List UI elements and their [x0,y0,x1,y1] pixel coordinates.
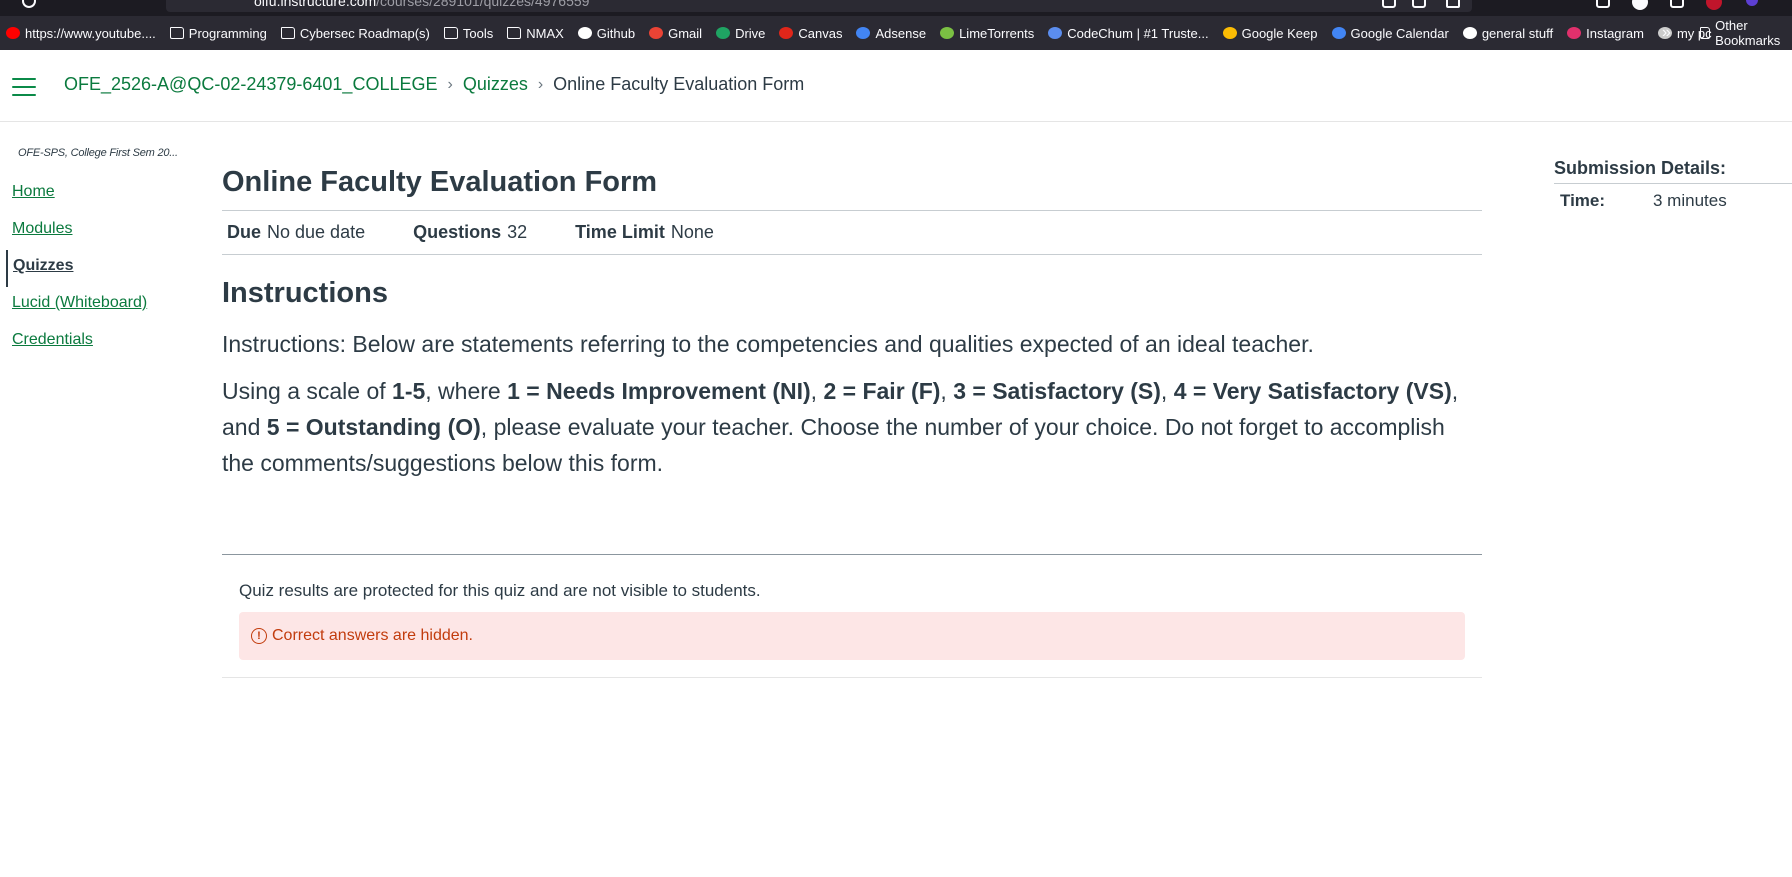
bookmark-item[interactable]: general stuff [1457,16,1561,50]
folder-icon [443,27,458,39]
downloads-icon[interactable] [1596,0,1610,8]
bookmark-item[interactable]: Tools [438,16,501,50]
breadcrumb-current: Online Faculty Evaluation Form [553,74,805,94]
bookmark-label: Google Keep [1241,25,1318,41]
bookmark-label: Programming [188,25,267,41]
bookmark-label: LimeTorrents [959,25,1035,41]
bookmarks-overflow-chevron-icon[interactable]: » [1662,16,1671,50]
reader-view-icon[interactable] [1382,0,1396,8]
bookmark-item[interactable]: Adsense [850,16,934,50]
chevron-right-icon: › [537,75,544,93]
lime-icon [940,27,955,39]
bookmark-item[interactable]: Gmail [643,16,710,50]
bookmark-item[interactable]: Google Calendar [1326,16,1457,50]
course-nav-modules[interactable]: Modules [0,213,190,250]
submission-time-label: Time: [1560,191,1606,210]
folder-icon [507,27,522,39]
bookmark-item[interactable]: Github [572,16,643,50]
hamburger-menu-icon[interactable] [12,78,36,96]
bookmark-item[interactable]: NMAX [501,16,572,50]
bookmark-item[interactable]: CodeChum | #1 Truste... [1042,16,1216,50]
bookmark-item[interactable]: Cybersec Roadmap(s) [275,16,438,50]
breadcrumb-course-link[interactable]: OFE_2526-A@QC-02-24379-6401_COLLEGE [64,74,437,95]
course-navigation: Home Modules Quizzes Lucid (Whiteboard) … [0,176,190,361]
correct-answers-hidden-alert: ! Correct answers are hidden. [239,612,1465,660]
github-icon [577,27,592,39]
bookmark-label: NMAX [526,25,564,41]
instagram-icon [1567,27,1582,39]
codechum-icon [1048,27,1063,39]
bookmark-item[interactable]: Google Keep [1217,16,1326,50]
canvas-header: OFE_2526-A@QC-02-24379-6401_COLLEGE › Qu… [0,50,1792,122]
extension-badge-icon[interactable] [1706,0,1722,10]
instructions-heading: Instructions [222,277,388,309]
bookmark-label: Gmail [668,25,703,41]
folder-icon [1700,27,1711,39]
reload-icon[interactable] [22,0,36,8]
chatgpt-icon [1462,27,1477,39]
quiz-content: Online Faculty Evaluation Form Due No due… [222,150,1482,678]
folder-icon [280,27,295,39]
content-bottom-divider [222,677,1482,678]
rating-scale-paragraph: Using a scale of 1-5, where 1 = Needs Im… [222,378,1459,476]
gmail-icon [649,27,664,39]
folder-icon [169,27,184,39]
youtube-icon [6,27,20,39]
submission-details-heading: Submission Details: [1554,158,1792,184]
account-icon[interactable] [1746,0,1758,6]
translate-icon[interactable] [1412,0,1426,8]
bookmark-item[interactable]: LimeTorrents [934,16,1042,50]
keep-icon [1222,27,1237,39]
bookmark-item[interactable]: https://www.youtube.... [0,16,164,50]
page-title: Online Faculty Evaluation Form [222,166,658,198]
bookmark-item[interactable]: Instagram [1561,16,1652,50]
bookmark-item[interactable]: Programming [164,16,275,50]
bookmark-label: Github [596,25,636,41]
calendar-icon [1331,27,1346,39]
course-name-label: OFE-SPS, College First Sem 20... [18,147,178,159]
bookmarks-bar: https://www.youtube.... Programming Cybers… [0,16,1792,50]
bookmark-other-bookmarks[interactable]: Other Bookmarks [1694,16,1792,50]
google-icon [856,27,871,39]
extensions-icon[interactable] [1670,0,1684,8]
content-divider [222,554,1482,555]
breadcrumb: OFE_2526-A@QC-02-24379-6401_COLLEGE › Qu… [64,74,804,95]
bookmark-item[interactable]: Canvas [773,16,850,50]
warning-circle-icon: ! [251,628,267,644]
profile-icon[interactable] [1632,0,1648,10]
quiz-details-bar: Due No due date Questions 32 Time Limit Non… [222,210,1482,255]
results-protected-note: Quiz results are protected for this quiz… [239,581,761,600]
bookmark-star-icon[interactable] [1446,0,1460,8]
submission-time-row: Time: 3 minutes [1554,184,1792,218]
submission-time-value: 3 minutes [1653,191,1727,210]
bookmark-label: Google Calendar [1350,25,1449,41]
course-nav-lucid-whiteboard[interactable]: Lucid (Whiteboard) [0,287,190,324]
bookmark-label: CodeChum | #1 Truste... [1067,25,1209,41]
time-limit: Time Limit None [575,222,714,242]
alert-text: Correct answers are hidden. [272,627,473,644]
bookmark-label: Cybersec Roadmap(s) [299,25,430,41]
bookmark-label: Tools [462,25,494,41]
bookmark-label: https://www.youtube.... [25,25,156,41]
bookmark-label: general stuff [1481,25,1554,41]
address-url[interactable]: olfu.instructure.com/courses/289101/quiz… [254,0,589,9]
instructions-paragraph: Instructions: Below are statements refer… [222,331,1314,357]
bookmark-label: Instagram [1586,25,1644,41]
drive-icon [716,27,731,39]
bookmark-item[interactable]: Drive [710,16,773,50]
course-nav-credentials[interactable]: Credentials [0,324,190,361]
canvas-icon [779,27,794,39]
chevron-right-icon: › [447,75,453,93]
breadcrumb-quizzes-link[interactable]: Quizzes [463,74,528,95]
due-date: Due No due date [227,222,366,242]
bookmark-label: Adsense [875,25,927,41]
browser-toolbar: olfu.instructure.com/courses/289101/quiz… [0,0,1792,16]
course-nav-home[interactable]: Home [0,176,190,213]
bookmark-label: Drive [735,25,766,41]
question-count: Questions 32 [413,222,528,242]
submission-details: Submission Details: Time: 3 minutes [1554,158,1792,218]
course-nav-quizzes[interactable]: Quizzes [6,250,190,287]
bookmark-label: Canvas [798,25,843,41]
